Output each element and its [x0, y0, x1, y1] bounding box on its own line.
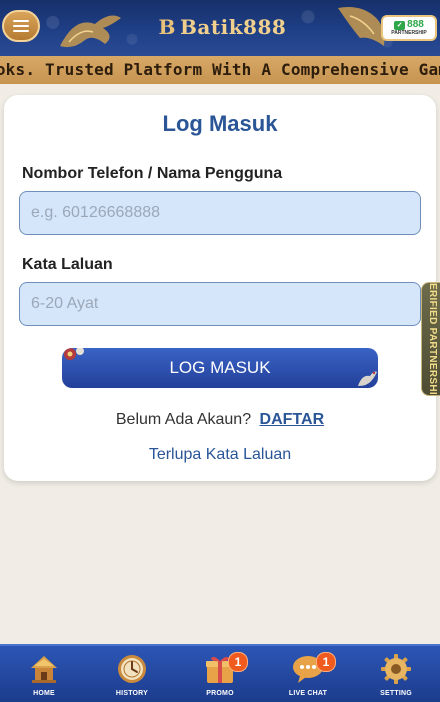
nav-item-history[interactable]: HISTORY: [88, 646, 176, 702]
menu-button[interactable]: [2, 10, 40, 42]
temple-home-icon: [31, 656, 57, 683]
login-button[interactable]: LOG MASUK: [62, 348, 378, 388]
chat-badge: 1: [316, 652, 336, 672]
signup-prompt: Belum Ada Akaun?: [115, 411, 252, 428]
clock-history-icon: [118, 655, 146, 683]
hamburger-icon: [13, 20, 29, 32]
verified-partnership-tab[interactable]: VERIFIED PARTNERSHIP: [421, 282, 440, 396]
nav-label-promo: PROMO: [206, 690, 234, 697]
login-card: Log Masuk Nombor Telefon / Nama Pengguna…: [4, 95, 436, 481]
partnership-badge[interactable]: ✓ 888 PARTNERSHIP: [381, 15, 437, 41]
nav-label-history: HISTORY: [115, 690, 149, 697]
marquee-text: ooks. Trusted Platform With A Comprehens…: [0, 60, 440, 79]
nav-label-setting: SETTING: [380, 690, 412, 697]
flower-decoration-icon: [64, 348, 84, 360]
signup-link[interactable]: DAFTAR: [260, 411, 325, 428]
bottom-nav: HOME HISTORY 1 PROMO 1 LIVE CHAT SETTING: [0, 644, 440, 702]
app-header: B Batik888 ✓ 888 PARTNERSHIP: [0, 0, 440, 56]
verified-text: VERIFIED PARTNERSHIP: [426, 282, 438, 396]
nav-item-setting[interactable]: SETTING: [352, 646, 440, 702]
forgot-password-link[interactable]: Terlupa Kata Laluan: [4, 446, 436, 464]
logo-text: Batik888: [180, 15, 287, 39]
page-title: Log Masuk: [162, 111, 278, 136]
signup-prompt-row: Belum Ada Akaun? DAFTAR: [4, 411, 436, 429]
nav-label-home: HOME: [33, 690, 55, 697]
username-label: Nombor Telefon / Nama Pengguna: [22, 165, 283, 182]
nav-item-promo[interactable]: 1 PROMO: [176, 646, 264, 702]
password-input[interactable]: [19, 282, 421, 326]
username-input[interactable]: [19, 191, 421, 235]
gear-icon: [381, 654, 411, 684]
logo-mark: B: [158, 15, 176, 39]
phoenix-decoration-icon: [60, 15, 121, 48]
announcement-marquee: ooks. Trusted Platform With A Comprehens…: [0, 56, 440, 84]
password-label: Kata Laluan: [22, 256, 113, 273]
promo-badge: 1: [228, 652, 248, 672]
partner-check-icon: ✓: [394, 20, 406, 30]
brand-logo[interactable]: B Batik888: [158, 12, 286, 42]
partner-number: 888: [407, 19, 424, 30]
partner-label: PARTNERSHIP: [391, 30, 427, 36]
login-button-label: LOG MASUK: [169, 358, 271, 377]
crane-decoration-icon: [358, 371, 377, 386]
nav-item-home[interactable]: HOME: [0, 646, 88, 702]
nav-label-live-chat: LIVE CHAT: [288, 690, 328, 697]
nav-item-live-chat[interactable]: 1 LIVE CHAT: [264, 646, 352, 702]
